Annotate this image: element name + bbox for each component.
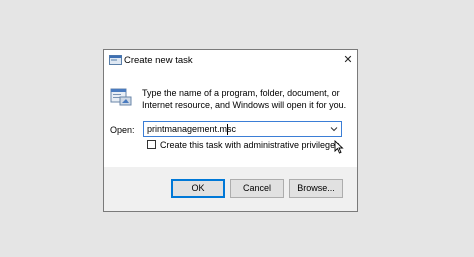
text-caret bbox=[227, 124, 228, 135]
ok-button[interactable]: OK bbox=[171, 179, 225, 198]
mouse-pointer-icon bbox=[334, 140, 344, 154]
admin-privileges-checkbox[interactable] bbox=[147, 140, 156, 149]
close-button[interactable]: ✕ bbox=[339, 50, 357, 70]
dialog-description: Type the name of a program, folder, docu… bbox=[142, 88, 347, 110]
run-dialog-icon bbox=[109, 55, 122, 65]
close-icon: ✕ bbox=[343, 54, 353, 66]
admin-privileges-label[interactable]: Create this task with administrative pri… bbox=[160, 140, 342, 150]
dialog-title: Create new task bbox=[124, 55, 193, 66]
dialog-titlebar[interactable]: Create new task ✕ bbox=[104, 50, 357, 72]
create-new-task-dialog: Create new task ✕ Type the name of a pro… bbox=[103, 49, 358, 212]
run-program-icon bbox=[110, 88, 132, 106]
open-label: Open: bbox=[110, 125, 135, 135]
open-combobox[interactable]: printmanagement.msc bbox=[143, 121, 342, 137]
dialog-footer: OK Cancel Browse... bbox=[104, 167, 357, 211]
open-input[interactable]: printmanagement.msc bbox=[147, 124, 236, 134]
browse-button[interactable]: Browse... bbox=[289, 179, 343, 198]
chevron-down-icon[interactable] bbox=[330, 125, 338, 133]
cancel-button[interactable]: Cancel bbox=[230, 179, 284, 198]
